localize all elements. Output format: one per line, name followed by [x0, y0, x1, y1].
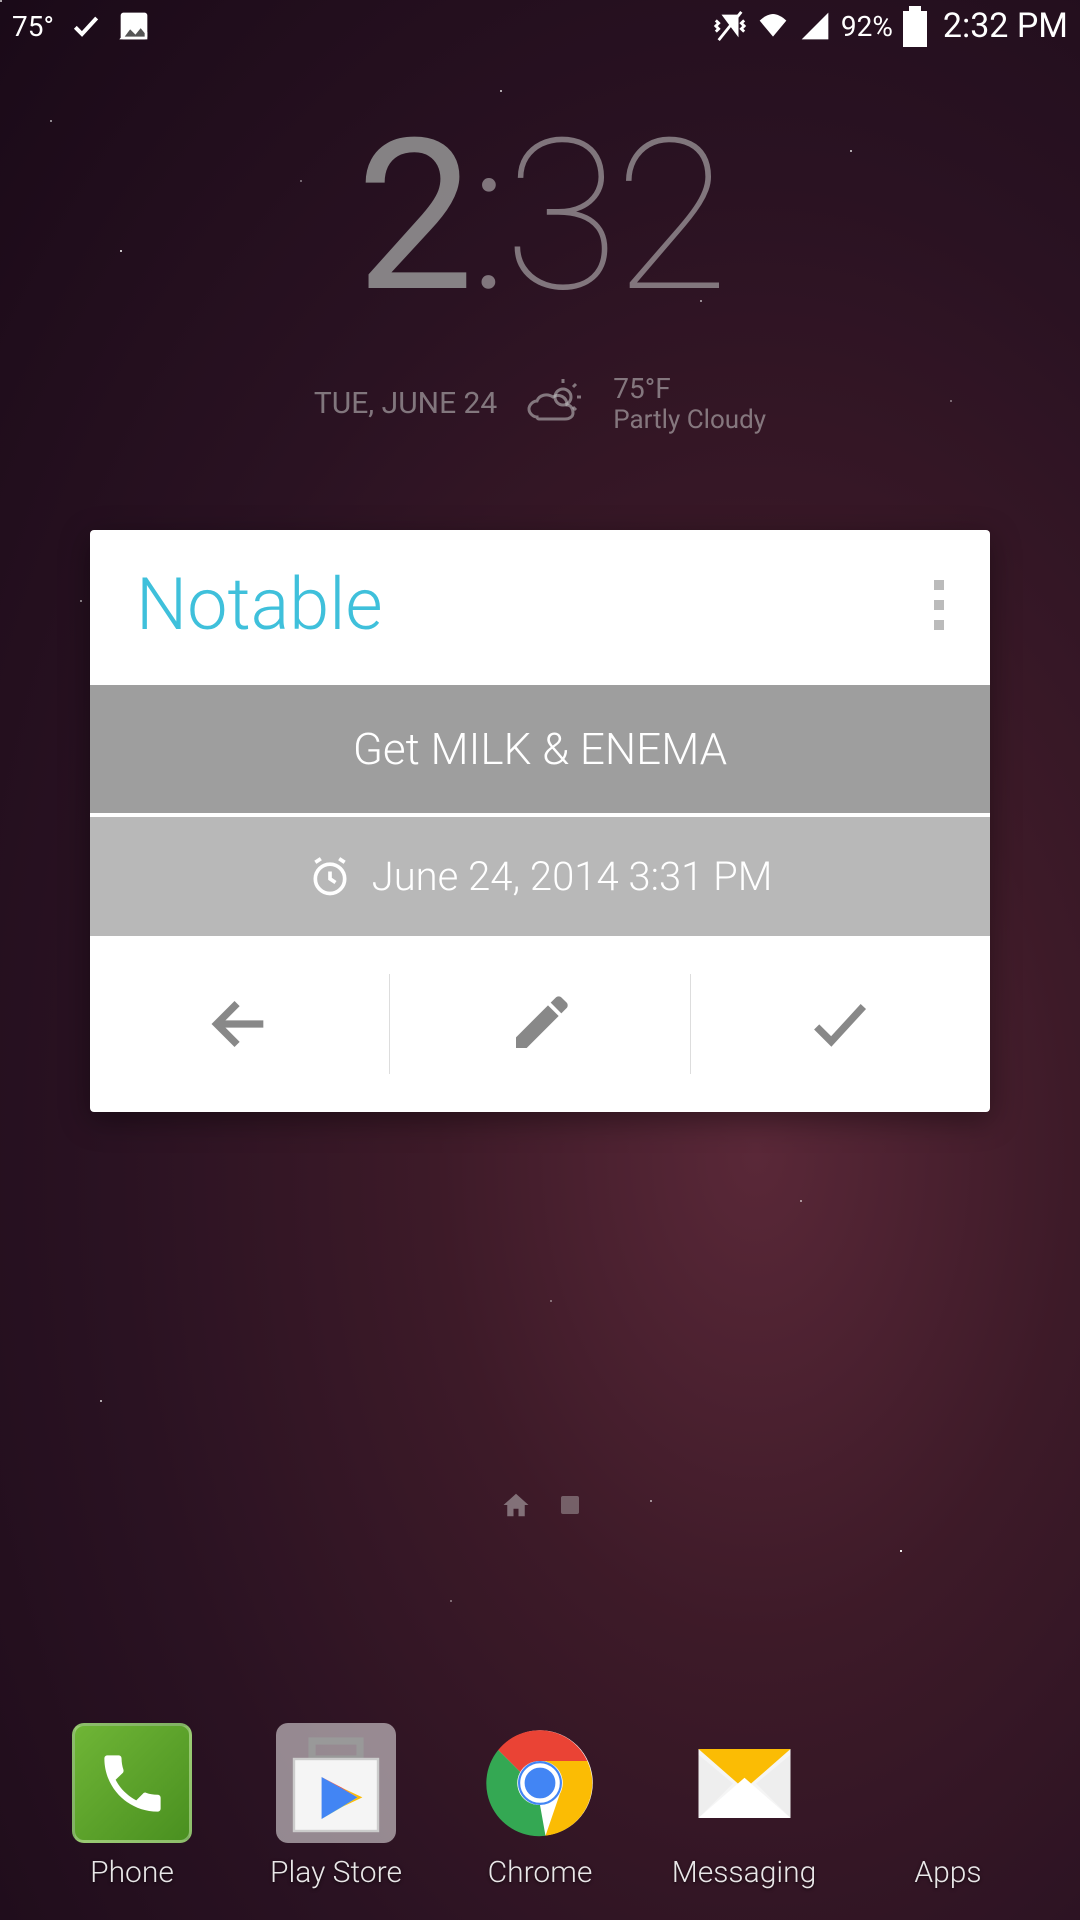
dock-play-store[interactable]: Play Store: [246, 1723, 426, 1890]
clock-minute: 32: [504, 94, 724, 340]
arrow-left-icon: [205, 989, 275, 1059]
dock-chrome-label: Chrome: [488, 1855, 593, 1890]
dock-apps-label: Apps: [914, 1855, 981, 1890]
wifi-icon: [757, 10, 789, 42]
date-weather-row: TUE, JUNE 24 75°F Partly Cloudy: [0, 372, 1080, 435]
page-dot: [561, 1496, 579, 1514]
overflow-menu-icon[interactable]: [934, 580, 944, 630]
widget-actions: [90, 936, 990, 1112]
checkmark-icon: [70, 10, 102, 42]
apps-grid-icon: [888, 1723, 1008, 1843]
weather-temperature: 75°F: [613, 372, 766, 405]
dock: Phone Play Store Chrome: [0, 1723, 1080, 1890]
back-button[interactable]: [90, 974, 389, 1074]
clock-widget[interactable]: 2:32 TUE, JUNE 24 75°F Partly Cloudy: [0, 112, 1080, 435]
dock-chrome[interactable]: Chrome: [450, 1723, 630, 1890]
clock-separator: :: [469, 94, 504, 340]
partly-cloudy-icon: [525, 379, 585, 429]
chrome-icon: [485, 1728, 595, 1838]
play-store-icon: [276, 1723, 396, 1843]
status-bar: 75° 92% 2:32 PM: [0, 0, 1080, 52]
dock-messaging-label: Messaging: [672, 1855, 817, 1890]
dock-phone-label: Phone: [90, 1855, 174, 1890]
pencil-icon: [508, 992, 572, 1056]
widget-header: Notable: [90, 530, 990, 685]
reminder-text: June 24, 2014 3:31 PM: [372, 853, 773, 900]
clock-hour: 2: [356, 94, 469, 340]
signal-icon: [799, 10, 831, 42]
clock-date: TUE, JUNE 24: [314, 386, 497, 421]
confirm-button[interactable]: [691, 974, 990, 1074]
dock-apps[interactable]: Apps: [858, 1723, 1038, 1890]
note-text-row[interactable]: Get MILK & ENEMA: [90, 685, 990, 813]
dock-play-label: Play Store: [270, 1855, 402, 1890]
note-text: Get MILK & ENEMA: [353, 723, 727, 775]
messaging-icon: [687, 1726, 802, 1841]
widget-title: Notable: [136, 562, 383, 647]
alarm-icon: [308, 855, 352, 899]
notable-widget: Notable Get MILK & ENEMA June 24, 2014 3…: [90, 530, 990, 1112]
vibrate-icon: [713, 9, 747, 43]
home-icon: [501, 1490, 531, 1520]
weather-condition: Partly Cloudy: [613, 405, 766, 435]
edit-button[interactable]: [390, 974, 689, 1074]
image-icon: [118, 10, 150, 42]
page-indicator[interactable]: [501, 1490, 579, 1520]
clock-time: 2:32: [0, 112, 1080, 322]
status-temperature: 75°: [12, 10, 54, 43]
reminder-row[interactable]: June 24, 2014 3:31 PM: [90, 817, 990, 936]
battery-icon: [903, 6, 927, 47]
dock-phone[interactable]: Phone: [42, 1723, 222, 1890]
check-icon: [805, 989, 875, 1059]
status-time: 2:32 PM: [943, 6, 1068, 46]
phone-icon: [95, 1746, 170, 1821]
dock-messaging[interactable]: Messaging: [654, 1723, 834, 1890]
battery-percent: 92%: [841, 10, 893, 43]
